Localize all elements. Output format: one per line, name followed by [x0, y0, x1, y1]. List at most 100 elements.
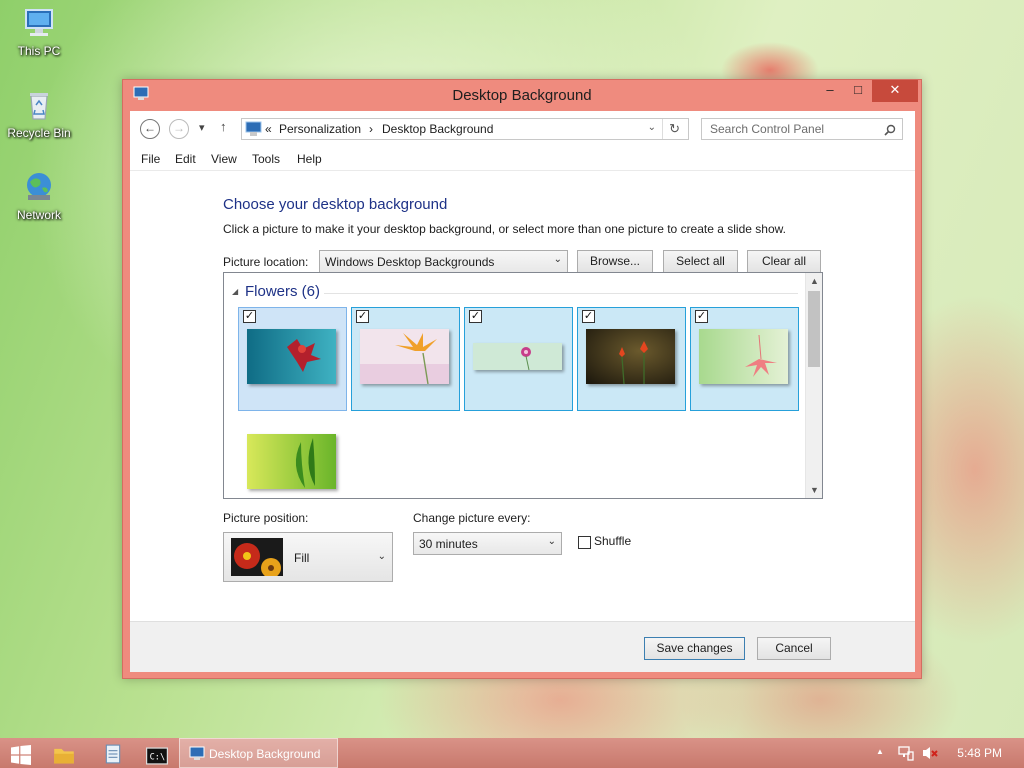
picture-position-value: Fill: [294, 551, 310, 565]
flower-thumbnail-4: [586, 329, 675, 384]
title-bar[interactable]: Desktop Background – □ ✕: [123, 80, 921, 110]
close-button[interactable]: ✕: [872, 80, 918, 102]
tray-overflow-button[interactable]: ▲: [876, 747, 884, 756]
menu-bar: File Edit View Tools Help: [130, 147, 915, 171]
flower-thumbnail-1: [247, 329, 336, 384]
scrollbar-thumb[interactable]: [808, 291, 820, 367]
desktop-icon-this-pc[interactable]: This PC: [0, 6, 78, 58]
picture-checkbox[interactable]: ✓: [582, 310, 595, 323]
save-changes-button[interactable]: Save changes: [644, 637, 745, 660]
address-dropdown-button[interactable]: ⌄: [648, 122, 656, 133]
breadcrumb-desktop-background[interactable]: Desktop Background: [382, 122, 493, 136]
forward-button[interactable]: →: [169, 119, 189, 139]
search-icon: [884, 124, 896, 136]
scroll-down-arrow[interactable]: ▼: [806, 485, 822, 495]
picture-checkbox[interactable]: ✓: [695, 310, 708, 323]
chevron-down-icon: ⌄: [377, 551, 386, 562]
browse-button[interactable]: Browse...: [577, 250, 653, 273]
page-description: Click a picture to make it your desktop …: [223, 222, 786, 236]
group-divider: [324, 293, 798, 294]
taskbar: C:\ Desktop Background ▲ 5:48 PM: [0, 738, 1024, 768]
start-windows-icon[interactable]: [10, 745, 32, 765]
picture-checkbox[interactable]: ✓: [356, 310, 369, 323]
change-interval-select[interactable]: 30 minutes ⌄: [413, 532, 562, 555]
picture-tile[interactable]: ✓: [464, 307, 573, 411]
picture-tile[interactable]: ✓: [690, 307, 799, 411]
address-divider: [662, 119, 663, 139]
taskbar-window-label: Desktop Background: [209, 747, 321, 761]
clear-all-button[interactable]: Clear all: [747, 250, 821, 273]
shuffle-label[interactable]: Shuffle: [594, 534, 631, 548]
flower-thumbnail-3: [473, 343, 562, 370]
flower-thumbnail-5: [699, 329, 788, 384]
picture-location-value: Windows Desktop Backgrounds: [325, 255, 495, 269]
breadcrumb-separator: ›: [369, 122, 373, 136]
menu-file[interactable]: File: [141, 152, 160, 166]
cancel-button[interactable]: Cancel: [757, 637, 831, 660]
desktop-icon-label: Recycle Bin: [7, 126, 71, 140]
flower-thumbnail-6: [247, 434, 336, 489]
menu-tools[interactable]: Tools: [252, 152, 280, 166]
change-interval-value: 30 minutes: [419, 537, 478, 551]
search-input[interactable]: Search Control Panel: [710, 122, 824, 136]
desktop-background-window: Desktop Background – □ ✕ ← → ▾ ↑ « Perso…: [122, 79, 922, 679]
breadcrumb-overflow[interactable]: «: [265, 122, 272, 136]
recycle-bin-icon: [30, 93, 48, 120]
network-tray-icon[interactable]: [898, 745, 914, 761]
file-explorer-icon[interactable]: [53, 745, 75, 765]
desktop-icon-label: Network: [16, 208, 61, 222]
gallery-scrollbar[interactable]: ▲ ▼: [805, 273, 822, 498]
chevron-down-icon: ⌄: [553, 254, 562, 265]
network-globe-icon: [27, 173, 51, 200]
desktop-icon-network[interactable]: Network: [0, 170, 78, 222]
recent-locations-dropdown[interactable]: ▾: [199, 121, 205, 134]
picture-position-preview: [231, 538, 283, 576]
collapse-triangle-icon[interactable]: ◢: [232, 287, 238, 296]
taskbar-window-desktop-background[interactable]: Desktop Background: [179, 738, 338, 768]
volume-muted-icon[interactable]: [922, 745, 938, 761]
menu-view[interactable]: View: [211, 152, 237, 166]
page-title: Choose your desktop background: [223, 196, 448, 213]
back-button[interactable]: ←: [140, 119, 160, 139]
chevron-down-icon: ⌄: [547, 536, 556, 547]
picture-checkbox[interactable]: ✓: [469, 310, 482, 323]
dialog-footer: Save changes Cancel: [130, 621, 915, 672]
picture-position-label: Picture position:: [223, 511, 309, 525]
change-picture-every-label: Change picture every:: [413, 511, 531, 525]
scroll-up-arrow[interactable]: ▲: [806, 276, 822, 286]
picture-tile-unselected[interactable]: [238, 420, 347, 498]
picture-position-select[interactable]: Fill ⌄: [223, 532, 393, 582]
desktop-icon-label: This PC: [17, 44, 61, 58]
picture-location-label: Picture location:: [223, 255, 309, 269]
minimize-button[interactable]: –: [816, 80, 844, 102]
search-box[interactable]: Search Control Panel: [701, 118, 903, 140]
navigation-bar: ← → ▾ ↑ « Personalization › Desktop Back…: [130, 111, 915, 147]
picture-tile[interactable]: ✓: [351, 307, 460, 411]
picture-checkbox[interactable]: ✓: [243, 310, 256, 323]
menu-edit[interactable]: Edit: [175, 152, 196, 166]
maximize-button[interactable]: □: [844, 80, 872, 102]
flower-thumbnail-2: [360, 329, 449, 384]
command-prompt-icon[interactable]: C:\: [146, 746, 168, 766]
picture-gallery: ◢ Flowers (6) ✓ ✓ ✓ ✓ ✓ ▲ ▼: [223, 272, 823, 499]
select-all-button[interactable]: Select all: [663, 250, 738, 273]
notepad-icon[interactable]: [102, 744, 124, 764]
picture-location-select[interactable]: Windows Desktop Backgrounds ⌄: [319, 250, 568, 273]
address-bar[interactable]: « Personalization › Desktop Background ⌄…: [241, 118, 689, 140]
group-title-flowers[interactable]: Flowers (6): [245, 283, 320, 300]
taskbar-clock[interactable]: 5:48 PM: [957, 746, 1002, 760]
desktop-icon-recycle-bin[interactable]: Recycle Bin: [0, 88, 78, 140]
up-button[interactable]: ↑: [220, 119, 227, 134]
picture-tile[interactable]: ✓: [238, 307, 347, 411]
window-client-area: ← → ▾ ↑ « Personalization › Desktop Back…: [130, 111, 915, 672]
shuffle-checkbox[interactable]: [578, 536, 591, 549]
control-panel-icon: [189, 746, 205, 760]
breadcrumb-personalization[interactable]: Personalization: [279, 122, 361, 136]
svg-text:C:\: C:\: [150, 753, 165, 763]
refresh-button[interactable]: ↻: [669, 121, 680, 137]
window-title: Desktop Background: [452, 87, 592, 104]
picture-tile[interactable]: ✓: [577, 307, 686, 411]
control-panel-icon: [245, 121, 262, 136]
menu-help[interactable]: Help: [297, 152, 322, 166]
computer-icon: [25, 9, 53, 36]
